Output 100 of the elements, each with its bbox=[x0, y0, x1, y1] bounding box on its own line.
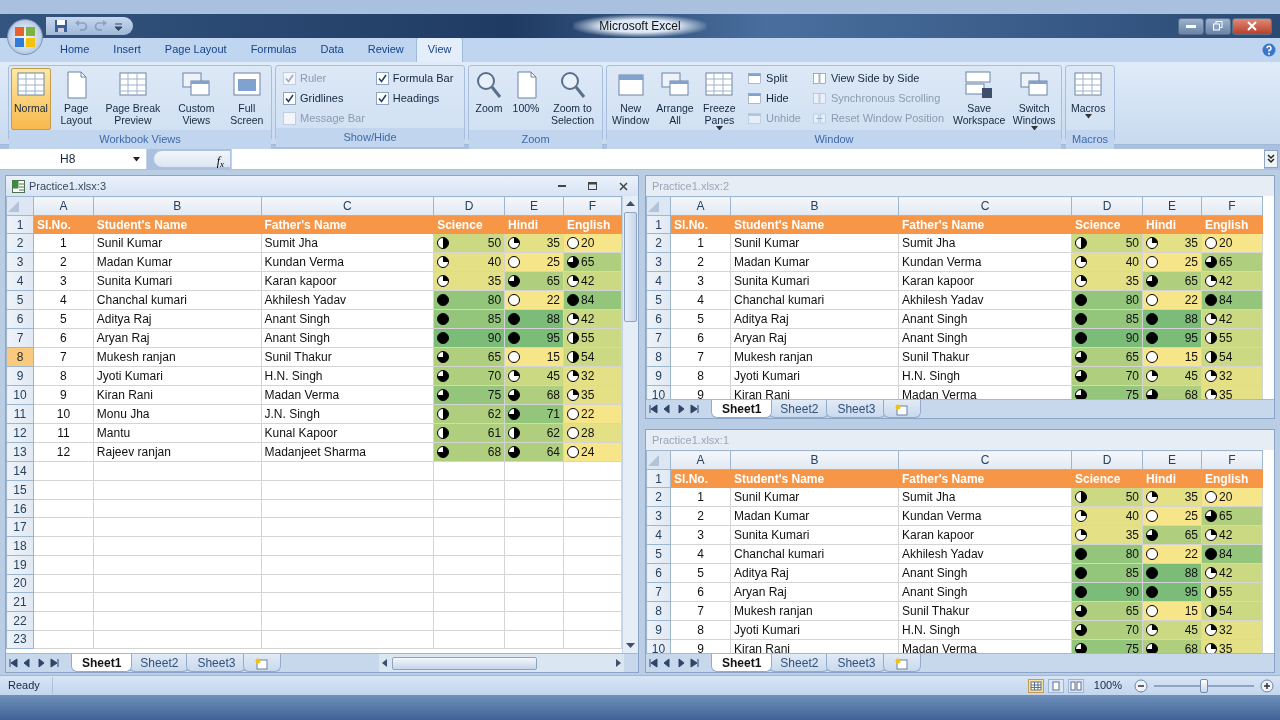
table-cell[interactable]: 11 bbox=[33, 423, 94, 443]
score-cell[interactable]: 80 bbox=[1072, 545, 1142, 563]
score-cell[interactable]: 65 bbox=[434, 348, 504, 366]
table-cell[interactable]: 12 bbox=[33, 442, 94, 462]
score-cell[interactable]: 95 bbox=[505, 329, 563, 347]
score-cell[interactable]: 45 bbox=[505, 367, 563, 385]
score-cell[interactable]: 42 bbox=[1202, 310, 1262, 328]
table-cell[interactable]: Madanjeet Sharma bbox=[261, 442, 434, 462]
score-cell[interactable]: 35 bbox=[1202, 640, 1262, 653]
score-cell[interactable]: 84 bbox=[564, 291, 621, 309]
score-cell[interactable]: 50 bbox=[1072, 234, 1142, 252]
table-cell[interactable]: 7 bbox=[670, 347, 731, 367]
score-cell[interactable]: 35 bbox=[564, 386, 621, 404]
ribbon-button[interactable]: Page Break Preview bbox=[101, 68, 165, 130]
table-cell[interactable]: Anant Singh bbox=[898, 563, 1072, 583]
ribbon-button[interactable]: Hide bbox=[745, 88, 803, 108]
score-cell[interactable]: 15 bbox=[1143, 348, 1201, 366]
table-cell[interactable]: Sumit Jha bbox=[898, 233, 1072, 253]
score-cell[interactable]: 55 bbox=[1202, 583, 1262, 601]
score-cell[interactable]: 95 bbox=[1143, 329, 1201, 347]
table-cell[interactable]: 10 bbox=[33, 404, 94, 424]
score-cell[interactable]: 24 bbox=[564, 443, 621, 461]
table-cell[interactable]: 4 bbox=[670, 544, 731, 564]
table-cell[interactable]: 1 bbox=[670, 233, 731, 253]
score-cell[interactable]: 90 bbox=[1072, 329, 1142, 347]
column-header[interactable]: E bbox=[504, 196, 564, 216]
table-cell[interactable]: Sunil Kumar bbox=[730, 487, 899, 507]
score-cell[interactable]: 35 bbox=[1072, 526, 1142, 544]
ribbon-button[interactable]: Macros bbox=[1068, 68, 1109, 130]
insert-function-button[interactable]: f$_{x}$ bbox=[153, 150, 231, 168]
table-cell[interactable]: Akhilesh Yadav bbox=[898, 544, 1072, 564]
table-cell[interactable]: Sunil Thakur bbox=[898, 601, 1072, 621]
ribbon-button[interactable]: New Window bbox=[609, 68, 653, 130]
score-cell[interactable]: 42 bbox=[564, 310, 621, 328]
table-cell[interactable]: Anant Singh bbox=[898, 309, 1072, 329]
table-cell[interactable]: Chanchal kumari bbox=[730, 544, 899, 564]
table-cell[interactable]: Madan Verma bbox=[261, 385, 434, 405]
score-cell[interactable]: 20 bbox=[1202, 488, 1262, 506]
score-cell[interactable]: 68 bbox=[505, 386, 563, 404]
column-header[interactable]: C bbox=[898, 450, 1072, 470]
score-cell[interactable]: 70 bbox=[434, 367, 504, 385]
ribbon-button[interactable]: Arrange All bbox=[653, 68, 697, 130]
score-cell[interactable]: 62 bbox=[505, 424, 563, 442]
table-cell[interactable]: 2 bbox=[33, 252, 94, 272]
table-cell[interactable]: Jyoti Kumari bbox=[730, 620, 899, 640]
ribbon-button[interactable]: Split bbox=[745, 68, 803, 88]
table-cell[interactable]: 3 bbox=[33, 271, 94, 291]
table-cell[interactable]: Jyoti Kumari bbox=[730, 366, 899, 386]
table-cell[interactable]: Mukesh ranjan bbox=[730, 601, 899, 621]
table-cell[interactable]: 3 bbox=[670, 271, 731, 291]
ribbon-button[interactable]: Custom Views bbox=[169, 68, 224, 130]
score-cell[interactable]: 68 bbox=[1143, 386, 1201, 399]
score-cell[interactable]: 25 bbox=[1143, 507, 1201, 525]
table-cell[interactable]: Sunil Thakur bbox=[898, 347, 1072, 367]
score-cell[interactable]: 85 bbox=[1072, 564, 1142, 582]
column-header[interactable]: D bbox=[1071, 196, 1143, 216]
table-cell[interactable]: Madan Kumar bbox=[730, 252, 899, 272]
column-header[interactable]: F bbox=[563, 196, 622, 216]
score-cell[interactable]: 22 bbox=[1143, 291, 1201, 309]
table-cell[interactable]: Sunita Kumari bbox=[730, 271, 899, 291]
score-cell[interactable]: 65 bbox=[1143, 526, 1201, 544]
ribbon-tab[interactable]: Page Layout bbox=[152, 36, 239, 62]
table-cell[interactable]: 3 bbox=[670, 525, 731, 545]
score-cell[interactable]: 88 bbox=[1143, 564, 1201, 582]
score-cell[interactable]: 50 bbox=[434, 234, 504, 252]
table-cell[interactable]: Aditya Raj bbox=[730, 309, 899, 329]
table-cell[interactable]: 7 bbox=[33, 347, 94, 367]
table-cell[interactable]: 8 bbox=[670, 620, 731, 640]
column-header[interactable]: F bbox=[1201, 196, 1263, 216]
table-cell[interactable]: Kiran Rani bbox=[93, 385, 261, 405]
table-cell[interactable]: Akhilesh Yadav bbox=[898, 290, 1072, 310]
table-cell[interactable]: H.N. Singh bbox=[261, 366, 434, 386]
table-cell[interactable]: Aditya Raj bbox=[730, 563, 899, 583]
ribbon-button[interactable]: Zoom bbox=[471, 68, 507, 130]
score-cell[interactable]: 75 bbox=[1072, 386, 1142, 399]
score-cell[interactable]: 15 bbox=[1143, 602, 1201, 620]
sheet-tab[interactable]: Sheet1 bbox=[711, 400, 773, 418]
score-cell[interactable]: 32 bbox=[564, 367, 621, 385]
ribbon-tab[interactable]: Review bbox=[355, 36, 416, 62]
table-cell[interactable]: 8 bbox=[33, 366, 94, 386]
table-cell[interactable]: Sumit Jha bbox=[261, 233, 434, 253]
table-cell[interactable]: 2 bbox=[670, 506, 731, 526]
table-cell[interactable]: Kundan Verma bbox=[261, 252, 434, 272]
table-cell[interactable]: Kundan Verma bbox=[898, 506, 1072, 526]
table-cell[interactable]: Chanchal kumari bbox=[93, 290, 261, 310]
score-cell[interactable]: 20 bbox=[1202, 234, 1262, 252]
score-cell[interactable]: 64 bbox=[505, 443, 563, 461]
table-cell[interactable]: Mantu bbox=[93, 423, 261, 443]
table-cell[interactable]: Rajeev ranjan bbox=[93, 442, 261, 462]
score-cell[interactable]: 65 bbox=[1202, 253, 1262, 271]
table-cell[interactable]: Anant Singh bbox=[898, 328, 1072, 348]
score-cell[interactable]: 25 bbox=[1143, 253, 1201, 271]
score-cell[interactable]: 68 bbox=[434, 443, 504, 461]
table-cell[interactable]: Karan kapoor bbox=[898, 271, 1072, 291]
table-cell[interactable]: Sunil Kumar bbox=[730, 233, 899, 253]
score-cell[interactable]: 54 bbox=[564, 348, 621, 366]
score-cell[interactable]: 40 bbox=[1072, 507, 1142, 525]
table-cell[interactable]: Madan Kumar bbox=[730, 506, 899, 526]
checkbox-option[interactable]: Gridlines bbox=[281, 88, 367, 108]
table-cell[interactable]: H.N. Singh bbox=[898, 620, 1072, 640]
